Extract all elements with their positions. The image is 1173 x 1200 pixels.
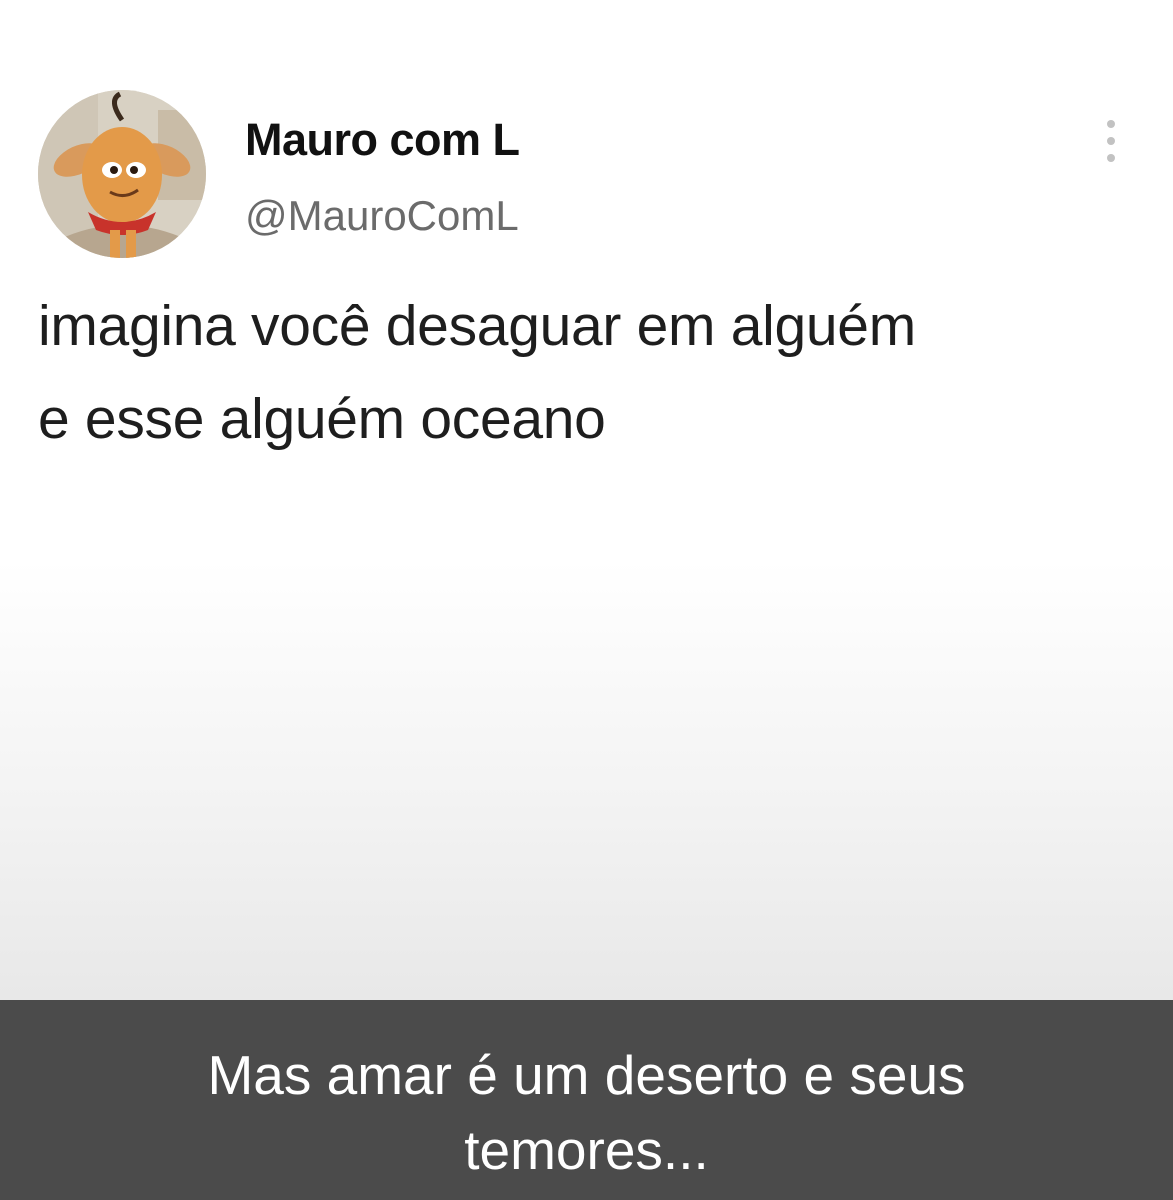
display-name[interactable]: Mauro com L xyxy=(245,114,520,166)
caption-overlay: Mas amar é um deserto e seus temores... xyxy=(0,1000,1173,1200)
caption-line-1: Mas amar é um deserto e seus xyxy=(207,1044,966,1106)
caption-text: Mas amar é um deserto e seus temores... xyxy=(0,1038,1173,1188)
avatar[interactable] xyxy=(38,90,206,258)
tweet-text-line-2: e esse alguém oceano xyxy=(38,387,606,451)
tweet-text-line-1: imagina você desaguar em alguém xyxy=(38,294,916,358)
cartoon-character-avatar-icon xyxy=(38,90,206,258)
caption-line-2: temores... xyxy=(464,1119,709,1181)
tweet-text: imagina você desaguar em alguém e esse a… xyxy=(38,280,1148,466)
tweet-card: Mauro com L @MauroComL imagina você desa… xyxy=(0,0,1173,1000)
user-handle[interactable]: @MauroComL xyxy=(245,192,519,240)
vertical-ellipsis-icon[interactable] xyxy=(1096,118,1126,164)
